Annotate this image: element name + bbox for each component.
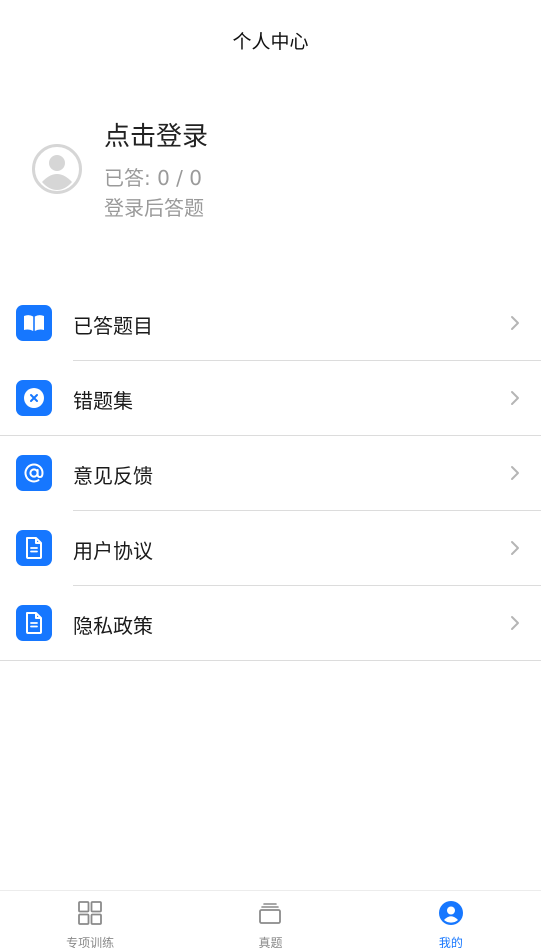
- tab-label: 专项训练: [66, 936, 115, 948]
- menu-item-answered[interactable]: 已答题目: [0, 286, 541, 360]
- bottom-tab-bar: 专项训练 真题 我的: [0, 890, 541, 948]
- chevron-right-icon: [511, 316, 519, 330]
- tab-label: 我的: [438, 936, 463, 948]
- profile-section[interactable]: 点击登录 已答: 0 / 0 登录后答题: [0, 110, 541, 230]
- menu-label: 已答题目: [73, 314, 153, 338]
- tab-label: 真题: [258, 936, 283, 948]
- menu-item-wrong-set[interactable]: 错题集: [0, 361, 541, 435]
- menu-item-privacy-policy[interactable]: 隐私政策: [0, 586, 541, 660]
- chevron-right-icon: [511, 466, 519, 480]
- tab-special-training[interactable]: 专项训练: [0, 891, 180, 948]
- menu-label: 错题集: [73, 389, 133, 413]
- login-link[interactable]: 点击登录: [104, 116, 208, 153]
- login-hint: 登录后答题: [104, 196, 204, 220]
- book-icon: [16, 305, 52, 341]
- tab-mine[interactable]: 我的: [361, 891, 541, 948]
- wrong-icon: [16, 380, 52, 416]
- chevron-right-icon: [511, 616, 519, 630]
- menu-item-feedback[interactable]: 意见反馈: [0, 436, 541, 510]
- answered-count: 已答: 0 / 0: [104, 166, 202, 190]
- at-icon: [16, 455, 52, 491]
- avatar-icon[interactable]: [32, 144, 82, 194]
- document-icon: [16, 530, 52, 566]
- menu-item-user-agreement[interactable]: 用户协议: [0, 511, 541, 585]
- chevron-right-icon: [511, 541, 519, 555]
- top-bar: 个人中心: [0, 0, 541, 80]
- menu-label: 用户协议: [73, 539, 153, 563]
- page-title: 个人中心: [232, 30, 309, 53]
- user-icon: [438, 901, 463, 925]
- menu-label: 意见反馈: [73, 464, 153, 488]
- menu-list: 已答题目 错题集 意见反馈 用户协议 隐私政策: [0, 286, 541, 661]
- chevron-right-icon: [511, 391, 519, 405]
- menu-label: 隐私政策: [73, 614, 153, 638]
- grid-icon: [78, 901, 103, 925]
- stack-icon: [259, 903, 282, 924]
- divider: [0, 660, 541, 661]
- document-icon: [16, 605, 52, 641]
- tab-past-exams[interactable]: 真题: [180, 891, 360, 948]
